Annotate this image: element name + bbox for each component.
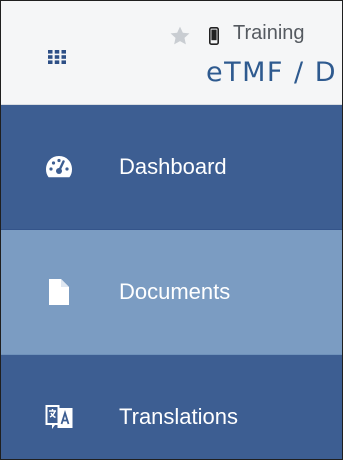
menu-label-translations: Translations <box>119 404 239 429</box>
menu-item-dashboard[interactable]: Dashboard <box>1 105 342 230</box>
app-header: Training eTMF / D <box>1 1 342 105</box>
star-icon[interactable] <box>169 25 191 47</box>
sidebar-panel: Training eTMF / D Dashboard Documents Tr… <box>0 0 343 460</box>
nav-menu: Dashboard Documents Translations <box>1 105 342 459</box>
speedometer-icon <box>45 152 73 182</box>
document-icon <box>45 277 73 307</box>
translate-icon <box>45 402 73 432</box>
grid-icon <box>48 50 66 64</box>
menu-label-dashboard: Dashboard <box>119 154 227 179</box>
mobile-device-icon <box>209 27 219 45</box>
context-label: Training <box>233 22 305 44</box>
menu-item-translations[interactable]: Translations <box>1 355 342 459</box>
app-launcher-button[interactable] <box>39 39 75 75</box>
breadcrumb[interactable]: eTMF / D <box>206 57 337 88</box>
menu-item-documents[interactable]: Documents <box>1 230 342 355</box>
menu-label-documents: Documents <box>119 279 231 304</box>
